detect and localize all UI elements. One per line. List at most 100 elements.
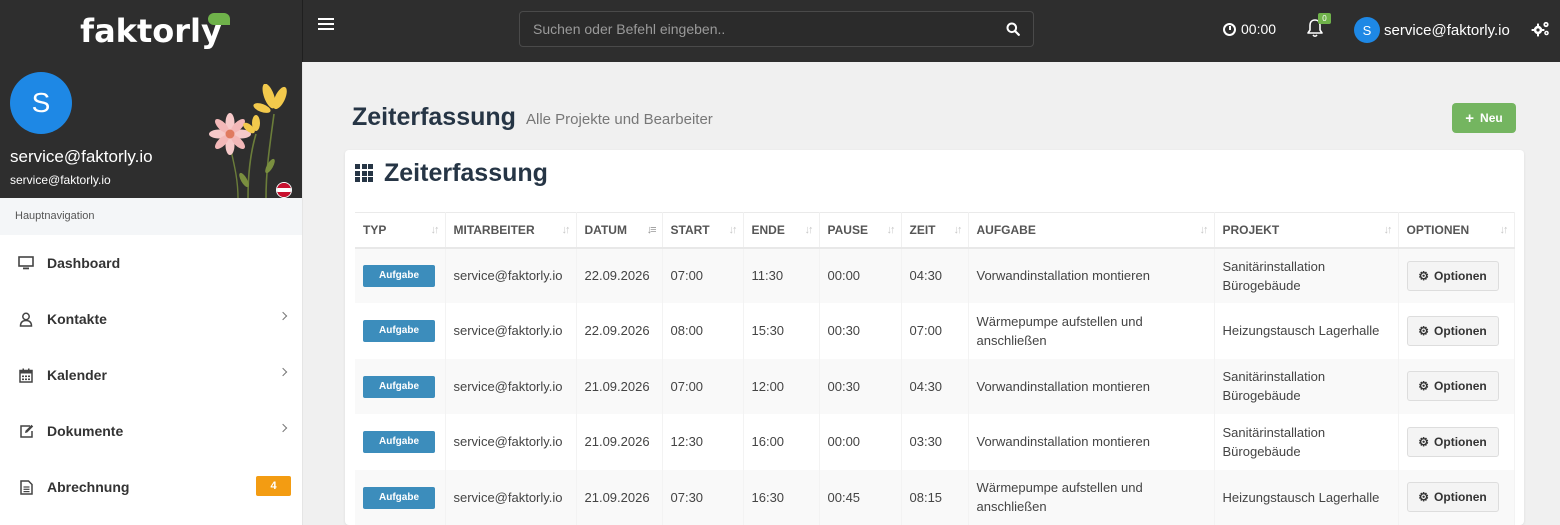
gear-icon: ⚙ [1418, 268, 1430, 283]
new-button-label: Neu [1480, 111, 1503, 125]
sort-icon: ↓↑ [1499, 224, 1509, 236]
time-tracker[interactable]: 00:00 [1223, 21, 1276, 37]
column-header-datum[interactable]: DATUM ↓≡ [576, 212, 663, 249]
brand-logo[interactable]: faktorly [0, 0, 303, 62]
monitor-icon [18, 255, 34, 271]
nav-section-header: Hauptnavigation [0, 198, 302, 235]
gear-icon: ⚙ [1418, 323, 1430, 338]
type-badge: Aufgabe [363, 486, 435, 509]
cell-aufgabe: Vorwandinstallation montieren [968, 414, 1215, 470]
column-header-optionen[interactable]: OPTIONEN ↓↑ [1398, 212, 1515, 249]
sidebar-item-kontakte[interactable]: Kontakte [0, 291, 302, 347]
cell-aufgabe: Wärmepumpe aufstellen und anschließen [968, 469, 1215, 525]
cell-mitarbeiter: service@faktorly.io [445, 303, 577, 359]
type-badge: Aufgabe [363, 265, 435, 288]
sidebar-item-abrechnung[interactable]: Abrechnung 4 [0, 459, 302, 515]
gear-icon: ⚙ [1418, 379, 1430, 394]
sort-desc-icon: ↓≡ [646, 224, 657, 236]
time-entries-table: TYP ↓↑ MITARBEITER ↓↑ DATUM ↓≡ START ↓↑ ENDE… [355, 212, 1515, 525]
brand-name: faktorly [80, 12, 222, 50]
language-flag-icon[interactable] [276, 182, 292, 198]
calendar-icon [18, 367, 34, 383]
sidebar-item-kalender[interactable]: Kalender [0, 347, 302, 403]
cell-projekt: Sanitärinstallation Bürogebäude [1214, 358, 1399, 414]
cell-start: 07:00 [662, 247, 744, 303]
cell-datum: 21.09.2026 [576, 414, 663, 470]
cell-zeit: 04:30 [901, 358, 969, 414]
search-icon[interactable] [993, 12, 1033, 46]
cell-projekt: Sanitärinstallation Bürogebäude [1214, 247, 1399, 303]
edit-icon [18, 423, 34, 439]
new-entry-button[interactable]: + Neu [1452, 103, 1516, 133]
options-button[interactable]: ⚙ Optionen [1406, 482, 1499, 513]
cell-start: 07:30 [662, 469, 744, 525]
sort-icon: ↓↑ [430, 224, 440, 236]
search-input[interactable] [520, 12, 993, 46]
options-button[interactable]: ⚙ Optionen [1406, 426, 1499, 457]
cell-pause: 00:00 [819, 247, 902, 303]
sidebar-item-dokumente[interactable]: Dokumente [0, 403, 302, 459]
cell-aufgabe: Wärmepumpe aufstellen und anschließen [968, 303, 1215, 359]
cell-start: 12:30 [662, 414, 744, 470]
user-profile-panel: S service@faktorly.io service@faktorly.i… [0, 62, 302, 198]
chevron-right-icon [278, 367, 288, 377]
cell-zeit: 03:30 [901, 414, 969, 470]
avatar: S [1354, 17, 1380, 43]
profile-name: service@faktorly.io [10, 147, 153, 166]
time-tracking-card: Zeiterfassung TYP ↓↑ MITARBEITER ↓↑ DATUM ↓… [345, 150, 1524, 525]
table-row: Aufgabe service@faktorly.io 21.09.2026 0… [355, 358, 1515, 414]
options-button[interactable]: ⚙ Optionen [1406, 371, 1499, 402]
column-header-ende[interactable]: ENDE ↓↑ [743, 212, 820, 249]
column-header-pause[interactable]: PAUSE ↓↑ [819, 212, 902, 249]
column-header-mitarbeiter[interactable]: MITARBEITER ↓↑ [445, 212, 577, 249]
menu-toggle-icon[interactable] [318, 18, 334, 32]
options-button[interactable]: ⚙ Optionen [1406, 315, 1499, 346]
chevron-right-icon [278, 311, 288, 321]
cell-pause: 00:30 [819, 358, 902, 414]
plus-icon: + [1465, 109, 1475, 127]
top-bar: faktorly 00:00 0 S service@faktorly.io [0, 0, 1560, 62]
cell-zeit: 04:30 [901, 247, 969, 303]
type-badge: Aufgabe [363, 375, 435, 398]
sidebar-item-label: Kontakte [47, 311, 107, 327]
file-icon [18, 479, 34, 495]
sidebar-item-dashboard[interactable]: Dashboard [0, 235, 302, 291]
cell-start: 08:00 [662, 303, 744, 359]
cell-datum: 22.09.2026 [576, 247, 663, 303]
notification-badge: 0 [1318, 13, 1331, 24]
cell-zeit: 08:15 [901, 469, 969, 525]
clock-icon [1223, 22, 1236, 36]
leaf-icon [208, 13, 230, 25]
column-header-aufgabe[interactable]: AUFGABE ↓↑ [968, 212, 1215, 249]
sort-icon: ↓↑ [953, 224, 963, 236]
cell-aufgabe: Vorwandinstallation montieren [968, 247, 1215, 303]
cell-ende: 12:00 [743, 358, 820, 414]
sort-icon: ↓↑ [728, 224, 738, 236]
cell-mitarbeiter: service@faktorly.io [445, 414, 577, 470]
cell-mitarbeiter: service@faktorly.io [445, 247, 577, 303]
cell-pause: 00:45 [819, 469, 902, 525]
profile-avatar[interactable]: S [10, 72, 72, 134]
sort-icon: ↓↑ [561, 224, 571, 236]
cell-start: 07:00 [662, 358, 744, 414]
count-badge: 4 [256, 476, 291, 496]
type-badge: Aufgabe [363, 431, 435, 454]
column-header-start[interactable]: START ↓↑ [662, 212, 744, 249]
cell-ende: 16:00 [743, 414, 820, 470]
column-header-projekt[interactable]: PROJEKT ↓↑ [1214, 212, 1399, 249]
card-header: Zeiterfassung [355, 158, 548, 188]
column-header-typ[interactable]: TYP ↓↑ [355, 212, 446, 249]
sidebar-item-label: Kalender [47, 367, 107, 383]
user-menu[interactable]: S service@faktorly.io [1354, 17, 1510, 43]
gear-icon: ⚙ [1418, 490, 1430, 505]
cell-datum: 21.09.2026 [576, 358, 663, 414]
settings-cogs-icon[interactable] [1531, 20, 1551, 38]
table-row: Aufgabe service@faktorly.io 22.09.2026 0… [355, 303, 1515, 359]
options-button[interactable]: ⚙ Optionen [1406, 260, 1499, 291]
sort-icon: ↓↑ [1199, 224, 1209, 236]
column-header-zeit[interactable]: ZEIT ↓↑ [901, 212, 969, 249]
sidebar-item-label: Abrechnung [47, 479, 130, 495]
profile-email: service@faktorly.io [10, 173, 111, 187]
cell-aufgabe: Vorwandinstallation montieren [968, 358, 1215, 414]
grid-icon [355, 164, 373, 182]
